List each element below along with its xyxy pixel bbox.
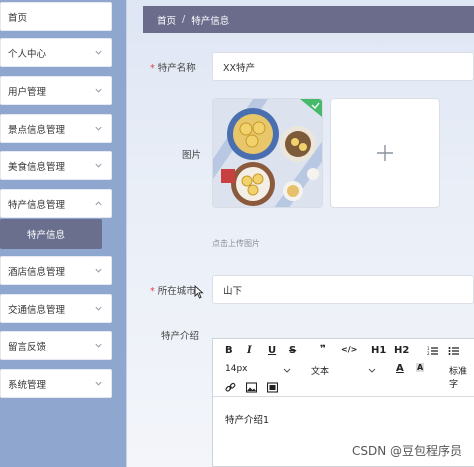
chevron-up-icon	[95, 201, 102, 206]
breadcrumb-separator: /	[182, 14, 186, 25]
chevron-down-icon	[95, 163, 102, 168]
quote-button[interactable]: ❞	[320, 344, 326, 355]
chevron-down-icon	[283, 368, 291, 373]
chevron-down-icon	[95, 306, 102, 311]
chevron-down-icon	[368, 368, 376, 373]
sidebar-item-label: 特产信息	[27, 230, 66, 241]
breadcrumb: 首页 / 特产信息	[143, 6, 474, 33]
sidebar-item-food-management[interactable]: 美食信息管理	[0, 151, 112, 180]
sidebar-item-label: 首页	[8, 12, 28, 24]
editor-content[interactable]: 特产介绍1	[225, 412, 269, 426]
sidebar-item-traffic-management[interactable]: 交通信息管理	[0, 294, 112, 323]
sidebar-item-attraction-management[interactable]: 景点信息管理	[0, 114, 112, 143]
chevron-down-icon	[95, 50, 102, 55]
heading1-button[interactable]: H1	[371, 345, 386, 356]
chevron-down-icon	[95, 268, 102, 273]
video-icon[interactable]	[267, 382, 278, 393]
sidebar-item-label: 景点信息管理	[8, 124, 66, 136]
sidebar-item-personal-center[interactable]: 个人中心	[0, 38, 112, 67]
bold-button[interactable]: B	[225, 345, 233, 356]
city-input[interactable]: 山下	[212, 275, 474, 304]
plus-icon	[377, 145, 393, 161]
chevron-down-icon	[95, 343, 102, 348]
mouse-pointer-icon	[194, 285, 204, 299]
heading2-button[interactable]: H2	[394, 345, 409, 356]
sidebar-item-label: 酒店信息管理	[8, 266, 66, 278]
breadcrumb-current: 特产信息	[191, 15, 230, 27]
text-type-select[interactable]: 文本	[311, 364, 329, 377]
intro-label: 特产介绍	[161, 331, 200, 342]
sidebar-item-label: 系统管理	[8, 379, 47, 391]
link-icon[interactable]	[225, 382, 236, 393]
sidebar-item-label: 特产信息管理	[8, 199, 66, 211]
editor-toolbar: B I U S ❞ </> H1 H2 12 14px 文本 A A 标准字	[213, 339, 474, 397]
upload-hint: 点击上传图片	[212, 239, 260, 248]
sidebar-item-label: 美食信息管理	[8, 161, 66, 173]
font-color-button[interactable]: A	[396, 363, 404, 374]
background-color-button[interactable]: A	[416, 363, 425, 372]
strike-button[interactable]: S	[289, 345, 296, 356]
bullet-list-icon[interactable]	[448, 346, 459, 356]
sidebar-item-specialty-info[interactable]: 特产信息	[0, 219, 102, 249]
font-family-select[interactable]: 标准字	[449, 364, 474, 390]
sidebar-item-label: 用户管理	[8, 86, 47, 98]
underline-button[interactable]: U	[268, 345, 276, 356]
chevron-down-icon	[95, 88, 102, 93]
name-input-value: XX特产	[223, 62, 256, 74]
sidebar-item-feedback[interactable]: 留言反馈	[0, 331, 112, 360]
name-label: * 特产名称	[150, 63, 196, 74]
code-button[interactable]: </>	[341, 345, 357, 354]
check-badge-icon	[300, 99, 322, 117]
sidebar-item-label: 交通信息管理	[8, 304, 66, 316]
chevron-down-icon	[95, 381, 102, 386]
font-size-select[interactable]: 14px	[225, 364, 248, 374]
sidebar-item-label: 留言反馈	[8, 341, 47, 353]
city-input-value: 山下	[223, 285, 243, 297]
sidebar-item-specialty-management[interactable]: 特产信息管理	[0, 189, 112, 218]
sidebar-item-label: 个人中心	[8, 48, 47, 60]
sidebar-item-user-management[interactable]: 用户管理	[0, 76, 112, 105]
svg-text:2: 2	[427, 351, 430, 356]
upload-image-button[interactable]	[330, 98, 440, 208]
ordered-list-icon[interactable]: 12	[427, 346, 438, 356]
sidebar-item-system-management[interactable]: 系统管理	[0, 369, 112, 398]
italic-button[interactable]: I	[247, 345, 252, 356]
breadcrumb-home[interactable]: 首页	[157, 13, 176, 27]
image-icon[interactable]	[246, 382, 257, 393]
name-input[interactable]: XX特产	[212, 52, 474, 81]
chevron-down-icon	[95, 126, 102, 131]
sidebar: 首页 个人中心 用户管理 景点信息管理 美食信息管理 特产信息管理 特产信息 酒…	[0, 0, 127, 467]
city-label: * 所在城市	[150, 286, 196, 297]
image-label: 图片	[182, 150, 202, 161]
watermark: CSDN @豆包程序员	[351, 444, 462, 458]
uploaded-image[interactable]	[212, 98, 323, 208]
sidebar-item-hotel-management[interactable]: 酒店信息管理	[0, 256, 112, 285]
sidebar-item-home[interactable]: 首页	[0, 2, 112, 31]
required-mark: *	[150, 63, 155, 74]
required-mark: *	[150, 286, 155, 297]
